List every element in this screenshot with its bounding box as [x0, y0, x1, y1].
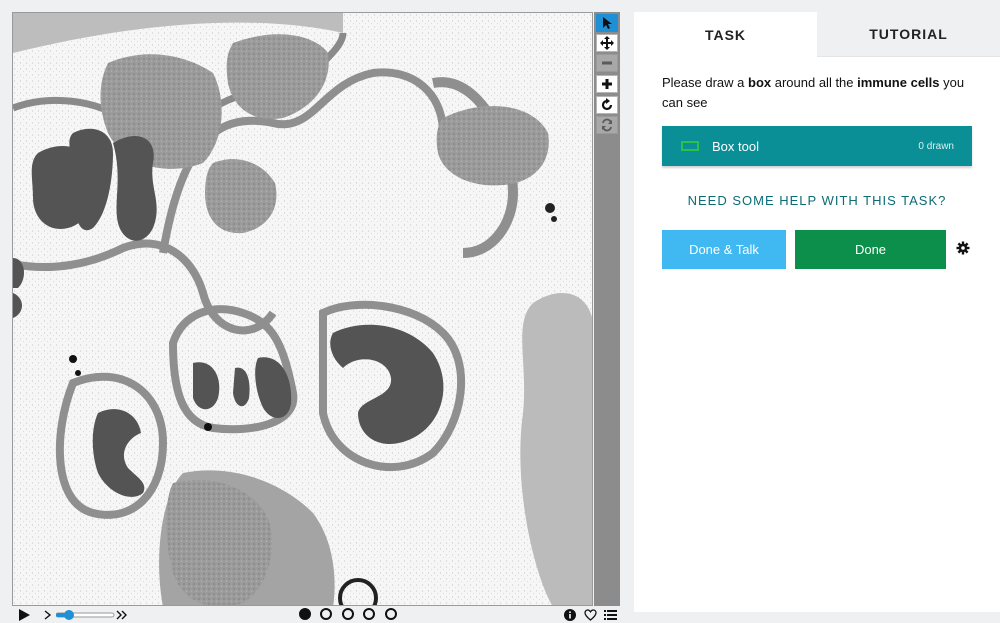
move-arrows-icon [600, 36, 614, 50]
done-and-talk-button[interactable]: Done & Talk [662, 230, 786, 269]
instruction-bold-box: box [748, 75, 772, 90]
refresh-icon [602, 118, 612, 132]
metadata-button[interactable] [563, 607, 577, 622]
select-tool-button[interactable] [596, 14, 618, 32]
help-link[interactable]: NEED SOME HELP WITH THIS TASK? [662, 193, 972, 208]
heart-icon [583, 608, 597, 621]
instruction-bold-immune-cells: immune cells [857, 75, 940, 90]
rotate-button[interactable] [596, 96, 618, 114]
minus-icon [602, 61, 612, 65]
list-icon [603, 609, 617, 620]
zoom-out-button[interactable] [596, 54, 618, 72]
play-icon [19, 608, 30, 621]
info-icon [564, 608, 576, 621]
plus-icon [602, 79, 612, 89]
micrograph-image[interactable] [13, 13, 593, 606]
zoom-in-button[interactable] [596, 75, 618, 93]
rotate-icon [601, 98, 613, 111]
reset-view-button[interactable] [596, 116, 618, 134]
collections-button[interactable] [603, 607, 617, 622]
tab-task[interactable]: TASK [634, 12, 817, 57]
frame-dot-5[interactable] [385, 608, 397, 620]
gear-icon[interactable] [956, 241, 970, 255]
drawn-count: 0 drawn [918, 140, 954, 152]
frame-dot-4[interactable] [363, 608, 375, 620]
subject-image-viewer[interactable] [12, 12, 593, 606]
play-button[interactable] [16, 607, 32, 622]
box-outline-icon [681, 141, 699, 151]
step-forward-button[interactable] [43, 607, 53, 622]
done-button[interactable]: Done [795, 230, 946, 269]
frame-dot-1[interactable] [299, 608, 311, 620]
task-panel: TASK TUTORIAL Please draw a box around a… [634, 12, 1000, 612]
task-instruction: Please draw a box around all the immune … [662, 73, 982, 113]
playback-controls [12, 606, 620, 623]
double-chevron-right-icon [116, 610, 127, 619]
chevron-right-icon [44, 609, 52, 620]
panel-tabs: TASK TUTORIAL [634, 12, 1000, 57]
viewer-toolbar [594, 12, 620, 606]
instruction-text-1: Please draw a [662, 75, 748, 90]
speed-slider[interactable] [56, 607, 116, 622]
box-tool-button[interactable]: Box tool 0 drawn [662, 126, 972, 166]
pan-tool-button[interactable] [596, 34, 618, 52]
slider-track [56, 609, 115, 620]
fast-forward-button[interactable] [116, 607, 128, 622]
instruction-text-2: around all the [771, 75, 858, 90]
favorite-button[interactable] [583, 607, 597, 622]
box-tool-label: Box tool [712, 138, 759, 154]
cursor-arrow-icon [603, 17, 612, 29]
tab-tutorial[interactable]: TUTORIAL [817, 12, 1000, 57]
frame-dot-3[interactable] [342, 608, 354, 620]
frame-dot-2[interactable] [320, 608, 332, 620]
